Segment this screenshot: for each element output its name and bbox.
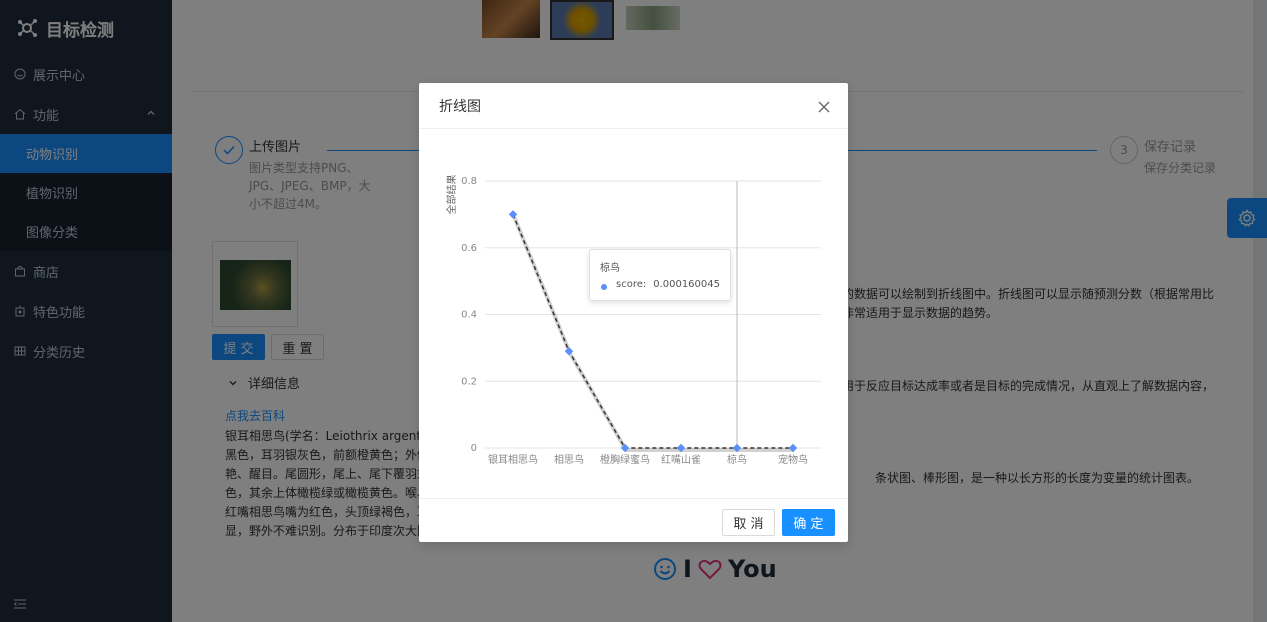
- y-tick-label: 0.2: [461, 376, 477, 387]
- modal-header: 折线图: [419, 83, 848, 129]
- y-tick-label: 0.4: [461, 310, 477, 321]
- line-chart[interactable]: 00.20.40.60.8全部结果银耳相思鸟 相思鸟 橙胸绿蜜鸟 红嘴山雀 椋鸟 宠物鸟: [419, 129, 848, 499]
- x-tick-label: 相思鸟: [554, 453, 584, 466]
- y-axis-label: 全部结果: [445, 175, 458, 215]
- y-tick-label: 0.6: [461, 243, 477, 254]
- modal-body: 0 0.2 0.4 0.6 0.8 全部结果 银耳相思鸟 相思鸟 橙胸绿蜜鸟 红嘴山雀 椋鸟 宠物鸟 …: [419, 129, 848, 499]
- x-tick-label: 红嘴山雀: [661, 453, 701, 466]
- tooltip-value: 0.000160045: [653, 279, 720, 290]
- x-tick-label: 宠物鸟: [778, 453, 808, 466]
- y-tick-label: 0.8: [461, 176, 477, 187]
- tooltip-series-name: score:: [616, 279, 647, 290]
- tooltip-category: 椋鸟: [600, 263, 620, 274]
- cancel-button[interactable]: 取 消: [722, 509, 775, 536]
- tooltip-series-dot: [601, 284, 607, 290]
- x-tick-label: 银耳相思鸟: [488, 453, 538, 466]
- chart-tooltip: 椋鸟 score: 0.000160045: [589, 249, 731, 301]
- line-chart-modal: 折线图 0 0.2 0.4 0.6 0.8 全部结果银耳相思鸟 相思鸟 橙胸绿蜜鸟 红嘴山雀 椋鸟…: [419, 83, 848, 542]
- x-tick-label: 椋鸟: [727, 453, 747, 466]
- modal-footer: 取 消 确 定: [419, 498, 848, 542]
- close-icon[interactable]: [818, 101, 830, 113]
- modal-title: 折线图: [439, 98, 481, 115]
- x-tick-label: 橙胸绿蜜鸟: [600, 453, 650, 466]
- ok-button[interactable]: 确 定: [782, 509, 835, 536]
- y-tick-label: 0: [471, 443, 477, 454]
